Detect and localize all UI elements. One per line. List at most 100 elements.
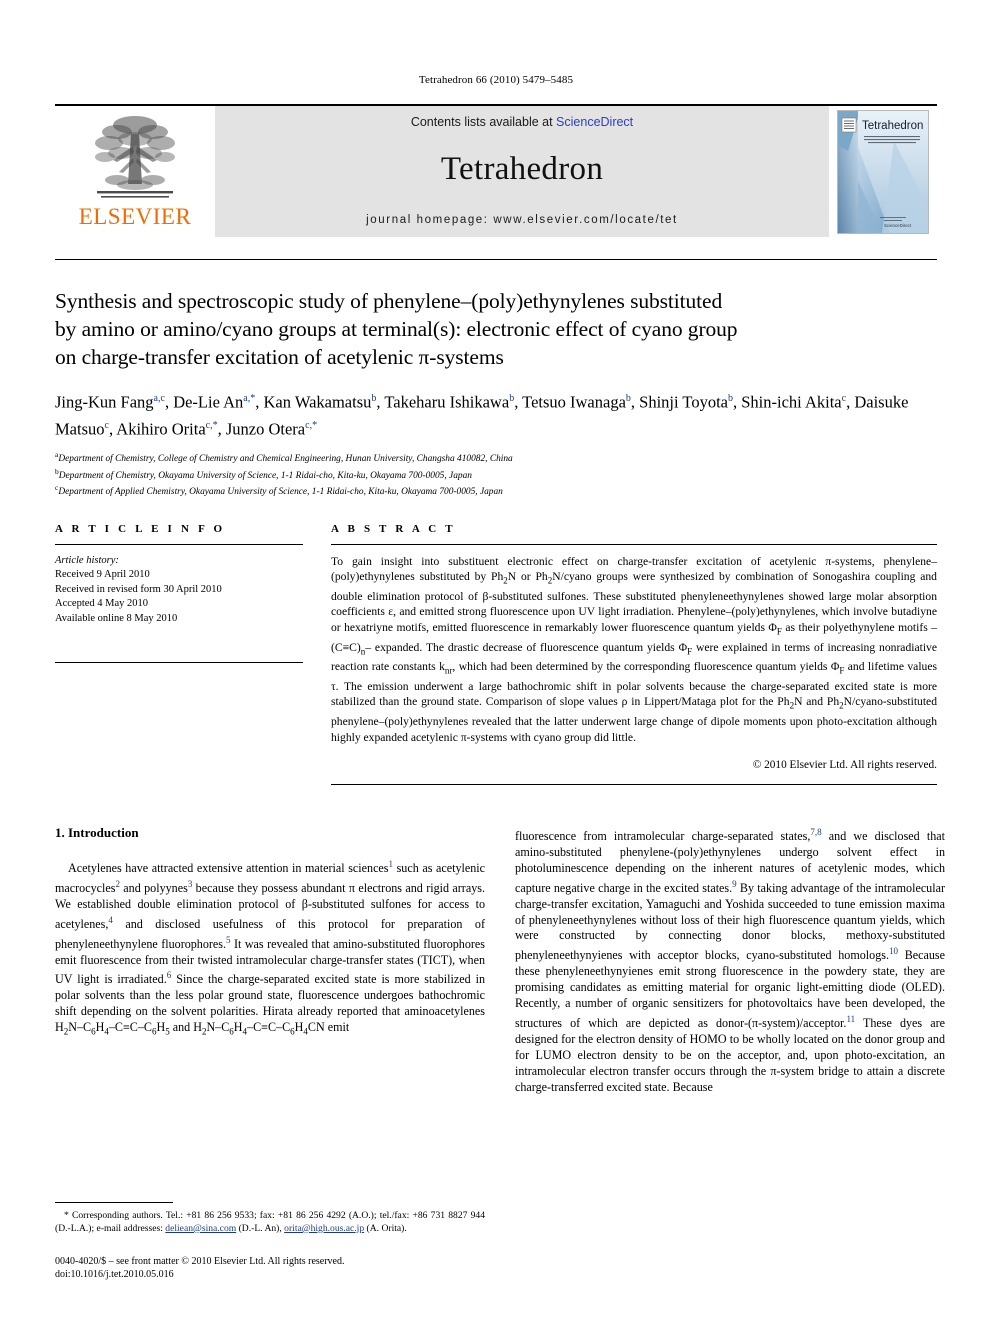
- affiliation-line: bDepartment of Chemistry, Okayama Univer…: [55, 466, 472, 481]
- author-name: Junzo Otera: [225, 419, 306, 438]
- body-columns: 1. Introduction Acetylenes have attracte…: [55, 825, 945, 1096]
- email-link-an[interactable]: deliean@sina.com: [165, 1223, 236, 1234]
- author-name: Akihiro Orita: [116, 419, 206, 438]
- cover-artwork-icon: Tetrahedron ScienceDirect: [838, 110, 928, 233]
- reference-marker[interactable]: 2: [115, 879, 120, 889]
- journal-homepage[interactable]: journal homepage: www.elsevier.com/locat…: [366, 214, 678, 226]
- affiliation-marker: a: [55, 450, 59, 459]
- intro-paragraph-left: Acetylenes have attracted extensive atte…: [55, 858, 486, 1037]
- abstract-divider: [331, 543, 937, 545]
- subscript: 6: [91, 1026, 96, 1037]
- subscript: 6: [229, 1026, 234, 1037]
- info-abstract-block: A R T I C L E I N F O Article history: R…: [55, 523, 937, 785]
- article-info-bottom-divider: [55, 662, 303, 664]
- subscript: 2: [789, 700, 795, 711]
- cover-image: Tetrahedron ScienceDirect: [837, 109, 929, 234]
- author-affiliation-marker: c: [104, 419, 109, 431]
- journal-masthead: ELSEVIER Contents lists available at Sci…: [55, 104, 937, 237]
- reference-marker[interactable]: 9: [732, 879, 737, 889]
- subscript: 4: [104, 1026, 109, 1037]
- affiliation-line: aDepartment of Chemistry, College of Che…: [55, 450, 513, 465]
- title-line-3: on charge-transfer excitation of acetyle…: [55, 345, 504, 369]
- author-affiliation-marker: a,c: [153, 393, 165, 404]
- author-name: De-Lie An: [173, 392, 244, 412]
- subscript: 2: [547, 575, 553, 586]
- issn-line: 0040-4020/$ – see front matter © 2010 El…: [55, 1256, 345, 1267]
- affiliation-marker: c: [55, 483, 59, 493]
- doi-line[interactable]: doi:10.1016/j.tet.2010.05.016: [55, 1268, 485, 1281]
- elsevier-wordmark: ELSEVIER: [78, 204, 192, 229]
- author-name: Kan Wakamatsu: [263, 392, 372, 412]
- author-name: Takeharu Ishikawa: [384, 392, 510, 412]
- subscript: 6: [290, 1026, 295, 1037]
- reference-marker[interactable]: 11: [846, 1014, 855, 1024]
- subscript: 2: [839, 700, 844, 711]
- contents-line: Contents lists available at ScienceDirec…: [411, 115, 633, 129]
- abstract-text: To gain insight into substituent electro…: [331, 554, 938, 744]
- affiliation-line: cDepartment of Applied Chemistry, Okayam…: [55, 483, 503, 498]
- subscript: 4: [303, 1026, 308, 1037]
- article-history-item: Received 9 April 2010: [55, 569, 150, 581]
- article-info-column: A R T I C L E I N F O Article history: R…: [55, 523, 303, 785]
- subscript: nr: [444, 665, 453, 676]
- svg-text:Tetrahedron: Tetrahedron: [862, 120, 923, 132]
- reference-marker[interactable]: 5: [226, 935, 231, 945]
- author-affiliation-marker: b: [371, 393, 377, 404]
- reference-marker[interactable]: 10: [889, 946, 898, 956]
- svg-text:ScienceDirect: ScienceDirect: [884, 223, 912, 228]
- article-history-list: Received 9 April 2010 Received in revised…: [55, 568, 303, 626]
- body-column-left: 1. Introduction Acetylenes have attracte…: [55, 825, 485, 1096]
- page-title: Synthesis and spectroscopic study of phe…: [55, 287, 937, 371]
- elsevier-logo: ELSEVIER: [55, 106, 215, 237]
- contents-prefix: Contents lists available at: [410, 115, 557, 129]
- article-history-item: Received in revised form 30 April 2010: [55, 583, 222, 595]
- reference-marker[interactable]: 3: [188, 879, 193, 889]
- reference-marker[interactable]: 1: [389, 859, 394, 869]
- author-affiliation-marker: c: [841, 393, 847, 404]
- intro-paragraph-right: fluorescence from intramolecular charge-…: [515, 826, 945, 1094]
- abstract-heading: A B S T R A C T: [331, 522, 456, 535]
- subscript: 2: [503, 575, 508, 586]
- author-affiliation-marker: b: [625, 393, 631, 404]
- email-link-orita[interactable]: orita@high.ous.ac.jp: [284, 1223, 364, 1234]
- author-name: Shin-ichi Akita: [741, 392, 842, 412]
- footnote-block: * Corresponding authors. Tel.: +81 86 25…: [55, 1201, 485, 1281]
- abstract-column: A B S T R A C T To gain insight into sub…: [331, 523, 937, 785]
- title-line-1: Synthesis and spectroscopic study of phe…: [55, 289, 723, 313]
- reference-marker[interactable]: 4: [108, 915, 113, 925]
- subscript: 5: [165, 1026, 170, 1037]
- journal-band: Contents lists available at ScienceDirec…: [215, 106, 829, 237]
- subscript: 4: [242, 1026, 248, 1037]
- author-name: Shinji Toyota: [639, 392, 728, 412]
- sciencedirect-link[interactable]: ScienceDirect: [556, 115, 633, 129]
- footnote-text-3: (A. Orita).: [364, 1222, 407, 1234]
- subscript: 2: [201, 1026, 207, 1037]
- title-line-2: by amino or amino/cyano groups at termin…: [55, 317, 738, 341]
- subscript: 6: [151, 1026, 157, 1037]
- paper-page: Tetrahedron 66 (2010) 5479–5485 ELSEVIER…: [0, 0, 992, 1323]
- author-affiliation-marker: c,*: [305, 419, 318, 431]
- author-affiliation-marker: c,*: [205, 419, 218, 431]
- subscript: F: [839, 665, 845, 676]
- article-info-heading: A R T I C L E I N F O: [55, 522, 226, 535]
- subscript: F: [776, 626, 782, 637]
- subscript: F: [687, 645, 693, 656]
- body-column-right: fluorescence from intramolecular charge-…: [515, 825, 945, 1096]
- title-divider: [55, 259, 937, 260]
- footnote-text-2: (D.-L. An),: [236, 1222, 285, 1234]
- article-history-item: Accepted 4 May 2010: [55, 598, 149, 610]
- affiliation-list: aDepartment of Chemistry, College of Che…: [55, 449, 937, 499]
- author-affiliation-marker: b: [728, 393, 733, 404]
- article-history-item: Available online 8 May 2010: [55, 612, 178, 624]
- article-info-divider: [55, 543, 303, 545]
- author-affiliation-marker: b: [509, 393, 515, 404]
- reference-marker[interactable]: 6: [167, 970, 172, 980]
- author-name: Tetsuo Iwanaga: [522, 392, 626, 412]
- author-affiliation-marker: a,*: [243, 393, 256, 404]
- subscript: n: [360, 645, 366, 656]
- affiliation-marker: b: [55, 466, 59, 476]
- running-head: Tetrahedron 66 (2010) 5479–5485: [418, 74, 574, 86]
- author-list: Jing-Kun Fanga,c, De-Lie Ana,*, Kan Waka…: [55, 392, 909, 439]
- reference-marker[interactable]: 7,8: [810, 827, 821, 837]
- section-heading-introduction: 1. Introduction: [55, 824, 139, 840]
